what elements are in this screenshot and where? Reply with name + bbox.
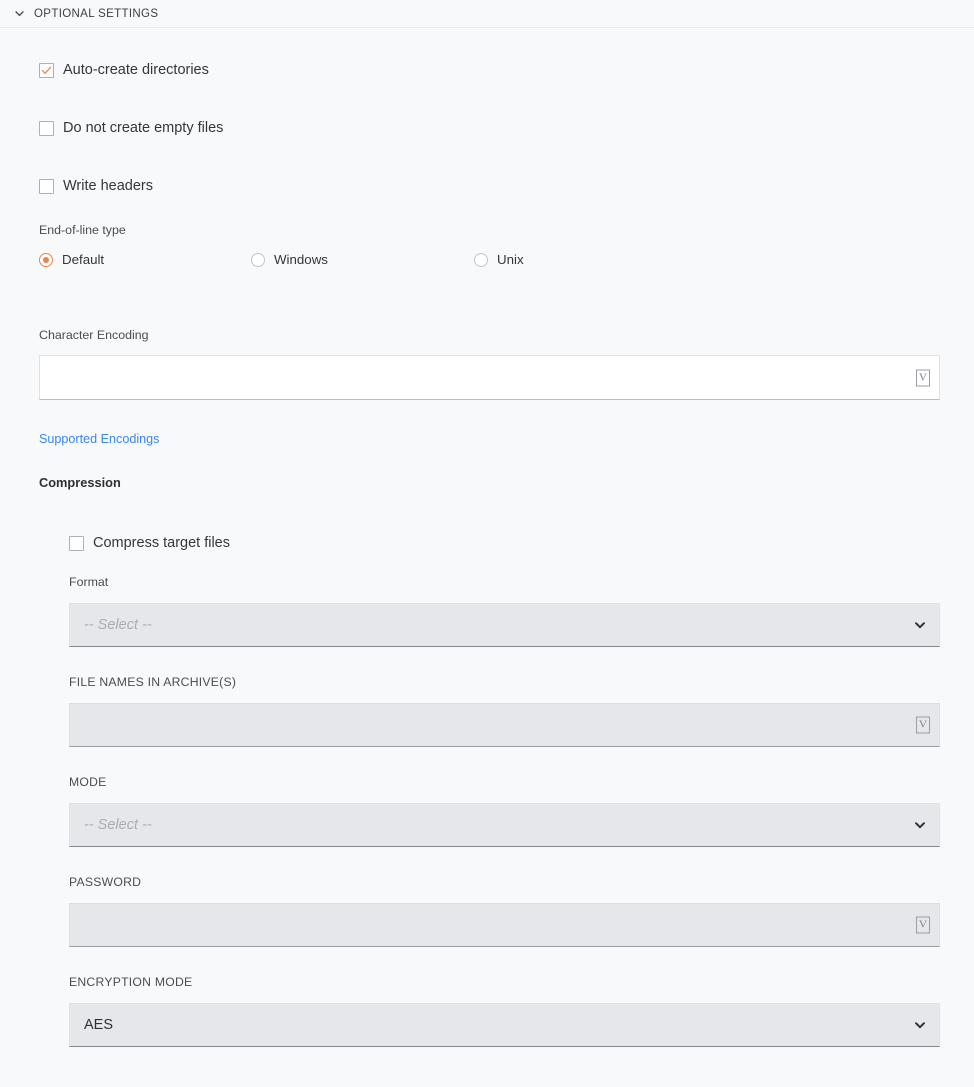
compress-target-files-label: Compress target files (93, 535, 230, 551)
eol-windows-label: Windows (274, 252, 328, 267)
missing-glyph-box-icon[interactable]: V (916, 369, 930, 386)
password-input[interactable]: V (69, 903, 940, 947)
chevron-down-icon (915, 822, 925, 829)
character-encoding-input[interactable]: V (39, 355, 940, 400)
end-of-line-type-radio-group[interactable]: Default Windows Unix (0, 252, 639, 267)
encryption-mode-value: AES (84, 1017, 114, 1033)
write-headers-label: Write headers (63, 178, 153, 194)
auto-create-directories-checkbox[interactable] (39, 62, 54, 78)
check-icon (41, 66, 52, 74)
password-label: PASSWORD (69, 875, 142, 889)
format-select-placeholder: -- Select -- (84, 617, 152, 633)
eol-option-windows[interactable]: Windows (251, 252, 474, 267)
eol-default-radio[interactable] (39, 252, 53, 267)
missing-glyph-box-icon[interactable]: V (916, 916, 930, 934)
eol-option-unix[interactable]: Unix (474, 252, 524, 267)
mode-label: MODE (69, 775, 107, 789)
eol-unix-label: Unix (497, 252, 524, 267)
missing-glyph-box-icon[interactable]: V (916, 716, 930, 734)
compress-target-files-row[interactable]: Compress target files (0, 535, 230, 551)
file-names-in-archives-label: FILE NAMES IN ARCHIVE(S) (69, 675, 237, 689)
file-names-in-archives-input[interactable]: V (69, 703, 940, 747)
write-headers-checkbox[interactable] (39, 178, 54, 194)
eol-default-label: Default (62, 252, 105, 267)
encryption-mode-select[interactable]: AES (69, 1003, 940, 1047)
format-select[interactable]: -- Select -- (69, 603, 940, 647)
optional-settings-title: OPTIONAL SETTINGS (34, 7, 159, 20)
compress-target-files-checkbox[interactable] (69, 535, 84, 551)
do-not-create-empty-files-row[interactable]: Do not create empty files (0, 120, 223, 136)
auto-create-directories-row[interactable]: Auto-create directories (0, 62, 209, 78)
character-encoding-label: Character Encoding (39, 328, 149, 342)
eol-option-default[interactable]: Default (39, 252, 251, 267)
format-label: Format (69, 575, 109, 589)
end-of-line-type-label: End-of-line type (39, 223, 126, 237)
auto-create-directories-label: Auto-create directories (63, 62, 209, 78)
mode-select-placeholder: -- Select -- (84, 817, 152, 833)
optional-settings-section-header[interactable]: OPTIONAL SETTINGS (0, 0, 974, 28)
do-not-create-empty-files-checkbox[interactable] (39, 120, 54, 136)
write-headers-row[interactable]: Write headers (0, 178, 153, 194)
chevron-down-icon (915, 622, 925, 629)
do-not-create-empty-files-label: Do not create empty files (63, 120, 224, 136)
supported-encodings-link[interactable]: Supported Encodings (39, 432, 159, 446)
eol-unix-radio[interactable] (474, 252, 488, 267)
eol-windows-radio[interactable] (251, 252, 265, 267)
compression-heading: Compression (39, 475, 121, 490)
encryption-mode-label: ENCRYPTION MODE (69, 975, 193, 989)
mode-select[interactable]: -- Select -- (69, 803, 940, 847)
chevron-down-icon (15, 11, 24, 17)
chevron-down-icon (915, 1022, 925, 1029)
